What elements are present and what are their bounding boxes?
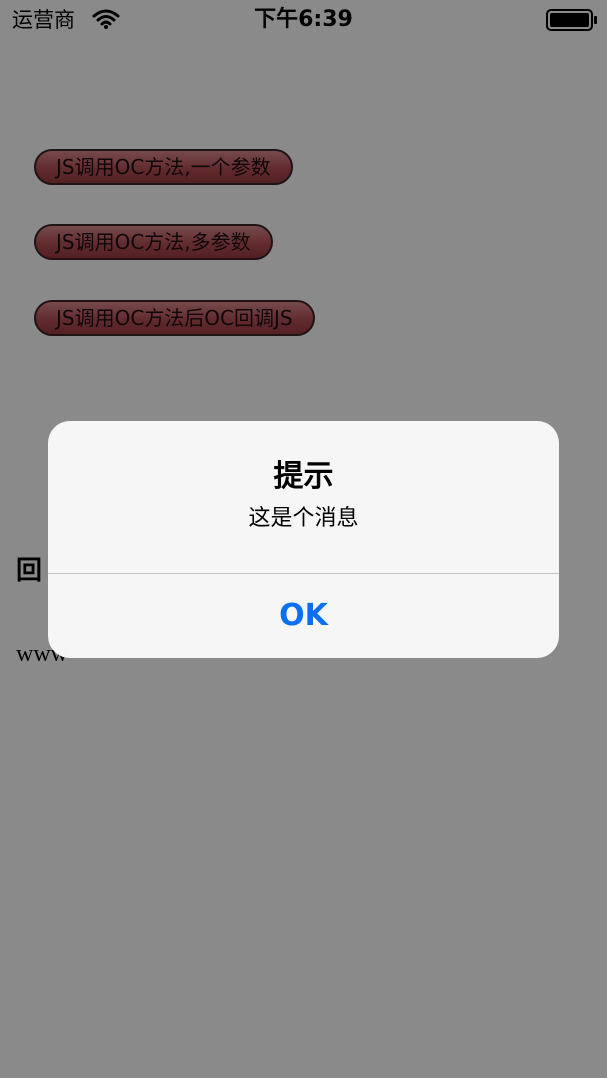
alert-ok-button[interactable]: OK xyxy=(48,574,559,658)
alert-message: 这是个消息 xyxy=(248,506,359,531)
alert-title: 提示 xyxy=(273,459,334,494)
alert-dialog: 提示 这是个消息 OK xyxy=(48,421,559,658)
